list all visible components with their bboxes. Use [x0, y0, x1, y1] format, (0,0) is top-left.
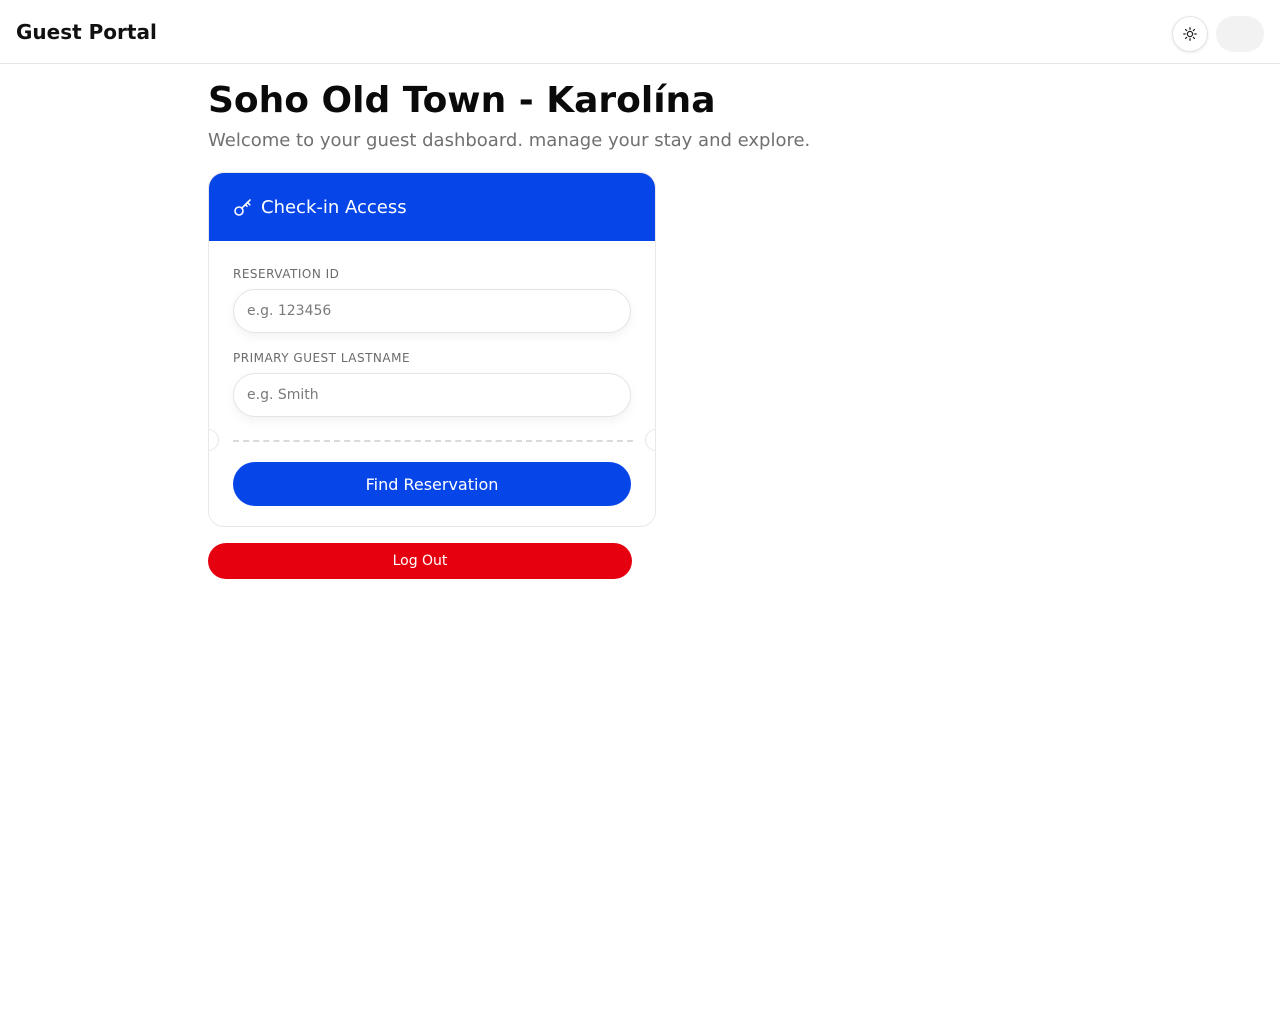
reservation-id-label: RESERVATION ID: [233, 267, 340, 281]
user-menu-button[interactable]: [1216, 16, 1264, 52]
lastname-input[interactable]: [233, 373, 631, 417]
lastname-label: PRIMARY GUEST LASTNAME: [233, 351, 411, 365]
ticket-notch-left: [209, 429, 219, 451]
key-icon: [233, 197, 253, 217]
checkin-card-header: Check-in Access: [209, 173, 655, 241]
top-bar: Guest Portal: [0, 0, 1280, 64]
ticket-notch-right: [645, 429, 655, 451]
checkin-card-title: Check-in Access: [261, 196, 407, 218]
sun-icon: [1183, 27, 1197, 41]
logout-button[interactable]: Log Out: [208, 543, 632, 579]
app-title: Guest Portal: [16, 20, 157, 44]
checkin-card: Check-in Access RESERVATION ID PRIMARY G…: [208, 172, 656, 527]
find-reservation-button[interactable]: Find Reservation: [233, 462, 631, 506]
reservation-id-input[interactable]: [233, 289, 631, 333]
dashed-divider: [233, 440, 633, 442]
page-title: Soho Old Town - Karolína: [208, 80, 716, 121]
page-subtitle: Welcome to your guest dashboard. manage …: [208, 130, 811, 151]
theme-toggle-button[interactable]: [1172, 16, 1208, 52]
